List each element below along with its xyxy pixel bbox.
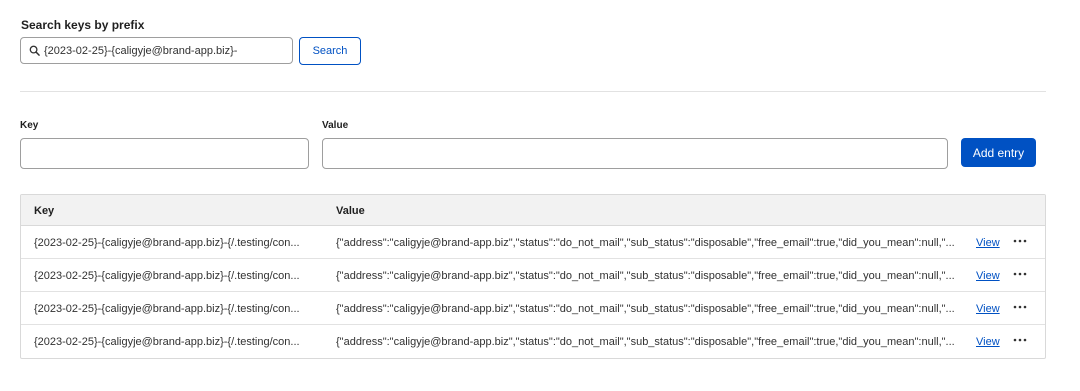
more-horizontal-icon <box>1013 338 1027 342</box>
more-horizontal-icon <box>1013 305 1027 309</box>
search-icon <box>29 45 40 56</box>
add-entry-button[interactable]: Add entry <box>961 138 1036 167</box>
row-key: {2023-02-25}-{caligyje@brand-app.biz}-{/… <box>34 237 300 249</box>
view-link[interactable]: View <box>976 303 1000 315</box>
column-header-key: Key <box>34 205 55 217</box>
view-link[interactable]: View <box>976 270 1000 282</box>
table-row: {2023-02-25}-{caligyje@brand-app.biz}-{/… <box>21 292 1045 325</box>
row-key: {2023-02-25}-{caligyje@brand-app.biz}-{/… <box>34 303 300 315</box>
more-horizontal-icon <box>1013 239 1027 243</box>
column-header-value: Value <box>336 205 365 217</box>
more-actions-button[interactable] <box>1011 331 1029 349</box>
table-row: {2023-02-25}-{caligyje@brand-app.biz}-{/… <box>21 259 1045 292</box>
search-box[interactable] <box>20 37 293 64</box>
table-row: {2023-02-25}-{caligyje@brand-app.biz}-{/… <box>21 325 1045 358</box>
row-value: {"address":"caligyje@brand-app.biz","sta… <box>336 270 955 282</box>
table-row: {2023-02-25}-{caligyje@brand-app.biz}-{/… <box>21 226 1045 259</box>
search-label: Search keys by prefix <box>21 18 145 32</box>
view-link[interactable]: View <box>976 237 1000 249</box>
row-value: {"address":"caligyje@brand-app.biz","sta… <box>336 303 955 315</box>
row-key: {2023-02-25}-{caligyje@brand-app.biz}-{/… <box>34 270 300 282</box>
row-value: {"address":"caligyje@brand-app.biz","sta… <box>336 237 955 249</box>
more-actions-button[interactable] <box>1011 232 1029 250</box>
more-horizontal-icon <box>1013 272 1027 276</box>
view-link[interactable]: View <box>976 336 1000 348</box>
row-key: {2023-02-25}-{caligyje@brand-app.biz}-{/… <box>34 336 300 348</box>
entries-table: Key Value {2023-02-25}-{caligyje@brand-a… <box>20 194 1046 359</box>
value-label: Value <box>322 120 349 131</box>
more-actions-button[interactable] <box>1011 298 1029 316</box>
search-input[interactable] <box>44 44 284 57</box>
more-actions-button[interactable] <box>1011 265 1029 283</box>
search-button[interactable]: Search <box>299 37 361 65</box>
row-value: {"address":"caligyje@brand-app.biz","sta… <box>336 336 955 348</box>
key-label: Key <box>20 120 39 131</box>
key-field[interactable] <box>20 138 309 169</box>
table-header: Key Value <box>21 195 1045 226</box>
divider <box>20 91 1046 92</box>
value-field[interactable] <box>322 138 948 169</box>
